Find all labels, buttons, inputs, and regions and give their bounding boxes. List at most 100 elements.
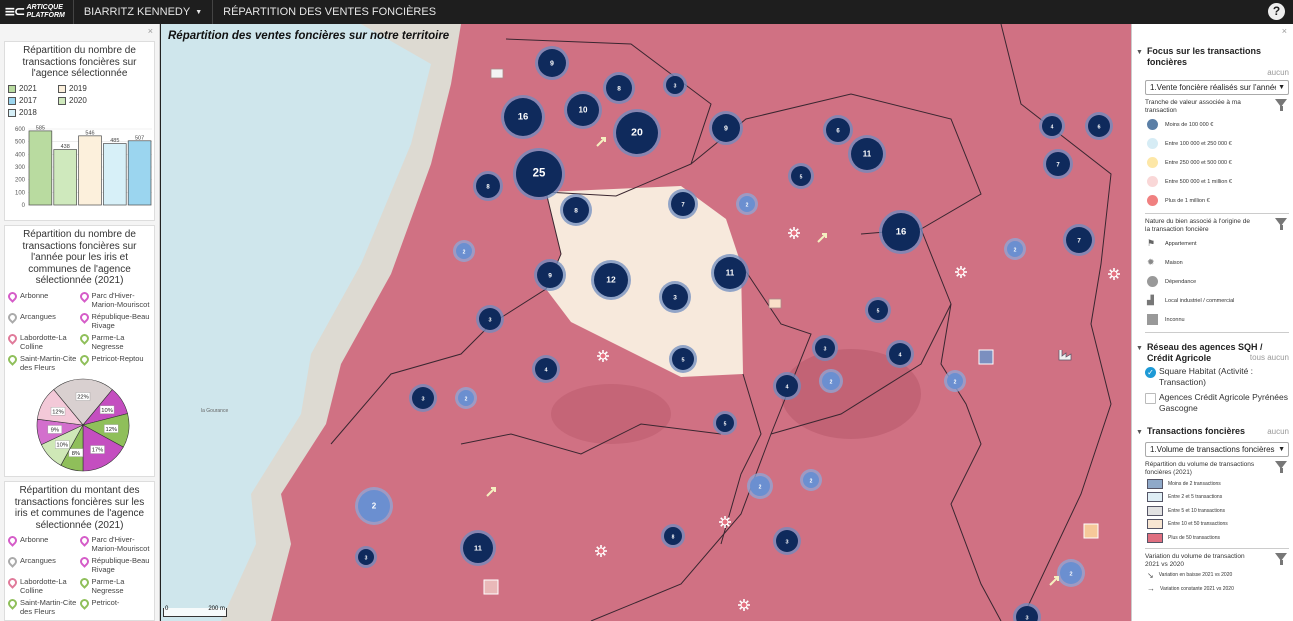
transaction-cluster[interactable]: 4: [532, 355, 560, 383]
transaction-cluster[interactable]: 16: [879, 210, 923, 254]
transaction-cluster[interactable]: 6: [1085, 112, 1113, 140]
transaction-cluster[interactable]: 4: [886, 340, 914, 368]
transaction-cluster[interactable]: 8: [560, 194, 592, 226]
legend-item[interactable]: → Variation constante 2021 vs 2020: [1145, 582, 1289, 596]
transactions-select[interactable]: 1.Volume de transactions foncières ▼: [1145, 442, 1289, 457]
transaction-cluster[interactable]: 3: [1013, 603, 1041, 621]
transaction-cluster[interactable]: 7: [1043, 149, 1073, 179]
legend-item[interactable]: Entre 10 et 50 transactions: [1145, 518, 1289, 532]
legend-item[interactable]: Labordotte-La Colline: [6, 576, 80, 595]
square-marker-icon[interactable]: [483, 579, 499, 595]
transaction-cluster[interactable]: 2: [1004, 238, 1026, 260]
focus-section-header[interactable]: ▼ Focus sur les transactions foncières: [1132, 46, 1293, 68]
close-right-panel-icon[interactable]: ×: [1282, 26, 1287, 36]
house-marker-icon[interactable]: [738, 599, 750, 611]
transaction-cluster[interactable]: 7: [668, 189, 698, 219]
square-marker-icon[interactable]: [1083, 523, 1099, 539]
transaction-cluster[interactable]: 2: [455, 387, 477, 409]
transaction-cluster[interactable]: 11: [711, 254, 749, 292]
legend-item[interactable]: ↘ Variation en baisse 2021 vs 2020: [1145, 569, 1289, 583]
filter-icon[interactable]: [1275, 218, 1287, 230]
transaction-cluster[interactable]: 2: [736, 193, 758, 215]
legend-item[interactable]: ⚑ Appartement: [1145, 234, 1289, 253]
legend-item[interactable]: ✹ Maison: [1145, 253, 1289, 272]
transaction-cluster[interactable]: 3: [812, 335, 838, 361]
transaction-cluster[interactable]: 11: [460, 530, 496, 566]
flag-marker-icon[interactable]: [768, 298, 782, 309]
filter-icon[interactable]: [1275, 99, 1287, 111]
legend-item[interactable]: Petricot-Reptou: [77, 352, 152, 372]
legend-item[interactable]: Parme-La Negresse: [77, 331, 152, 351]
cluster-layer[interactable]: 98 3161020 9 6114 625877582216279 12311355424…: [161, 24, 1131, 621]
legend-item[interactable]: 2021: [8, 83, 58, 95]
legend-item[interactable]: Entre 5 et 10 transactions: [1145, 504, 1289, 518]
transaction-cluster[interactable]: 20: [613, 109, 661, 157]
transaction-cluster[interactable]: 8: [473, 171, 503, 201]
legend-item[interactable]: Arbonne: [6, 534, 80, 553]
legend-item[interactable]: République-Beau Rivage: [77, 555, 152, 574]
house-marker-icon[interactable]: [597, 350, 609, 362]
legend-item[interactable]: Moins de 2 transactions: [1145, 477, 1289, 491]
transaction-cluster[interactable]: 3: [476, 305, 504, 333]
legend-item[interactable]: Parc d'Hiver-Marion-Mouriscot: [77, 534, 152, 553]
focus-none-link[interactable]: aucun: [1132, 68, 1293, 77]
legend-item[interactable]: Dépendance: [1145, 272, 1289, 291]
transaction-cluster[interactable]: 6: [823, 115, 853, 145]
map-view[interactable]: 9 8 3 16 10 20 9 6 11 4 6 25 8 7 7 5 8 2 2 16 2 7 9 12 3 11 3 5 5 4 2 4…: [161, 24, 1131, 621]
house-marker-icon[interactable]: [595, 545, 607, 557]
transaction-cluster[interactable]: 4: [773, 372, 801, 400]
transaction-cluster[interactable]: 25: [513, 148, 565, 200]
transaction-cluster[interactable]: 2: [747, 473, 773, 499]
agency-selector[interactable]: BIARRITZ KENNEDY ▼: [74, 0, 214, 24]
transaction-cluster[interactable]: 4: [1039, 113, 1065, 139]
legend-item[interactable]: Arcangues: [6, 555, 80, 574]
filter-icon[interactable]: [1275, 552, 1287, 565]
transaction-cluster[interactable]: 3: [355, 546, 377, 568]
transaction-cluster[interactable]: 2: [819, 369, 843, 393]
transaction-cluster[interactable]: 2: [944, 370, 966, 392]
legend-item[interactable]: République-Beau Rivage: [77, 310, 152, 330]
transaction-cluster[interactable]: 2: [1057, 559, 1085, 587]
legend-item[interactable]: Entre 500 000 et 1 million €: [1145, 172, 1289, 191]
legend-item[interactable]: 2020: [58, 95, 108, 107]
filter-icon[interactable]: [1275, 461, 1287, 473]
transaction-cluster[interactable]: 10: [564, 91, 602, 129]
transaction-cluster[interactable]: 8: [661, 524, 685, 548]
transaction-cluster[interactable]: 3: [409, 384, 437, 412]
transaction-cluster[interactable]: 12: [591, 260, 631, 300]
legend-item[interactable]: Plus de 50 transactions: [1145, 531, 1289, 545]
legend-item[interactable]: Moins de 100 000 €: [1145, 115, 1289, 134]
flag-marker-icon[interactable]: [490, 68, 504, 79]
transaction-cluster[interactable]: 7: [1063, 224, 1095, 256]
transaction-cluster[interactable]: 2: [453, 240, 475, 262]
house-marker-icon[interactable]: [719, 516, 731, 528]
transaction-cluster[interactable]: 2: [355, 487, 393, 525]
focus-select[interactable]: 1.Vente foncière réalisés sur l'année ▼: [1145, 80, 1289, 95]
legend-item[interactable]: 2019: [58, 83, 108, 95]
transaction-cluster[interactable]: 5: [788, 163, 814, 189]
app-logo[interactable]: ≡⊂ ARTICQUE PLATFORM: [0, 0, 74, 24]
legend-item[interactable]: Entre 2 et 5 transactions: [1145, 491, 1289, 505]
legend-item[interactable]: Parme-La Negresse: [77, 576, 152, 595]
transaction-cluster[interactable]: 3: [659, 281, 691, 313]
legend-item[interactable]: Arbonne: [6, 289, 80, 309]
transaction-cluster[interactable]: 9: [534, 259, 566, 291]
transaction-cluster[interactable]: 8: [603, 72, 635, 104]
factory-marker-icon[interactable]: [1058, 350, 1072, 361]
legend-item[interactable]: Entre 100 000 et 250 000 €: [1145, 134, 1289, 153]
transaction-cluster[interactable]: 3: [663, 73, 687, 97]
transaction-cluster[interactable]: 11: [848, 135, 886, 173]
legend-item[interactable]: Parc d'Hiver-Marion-Mouriscot: [77, 289, 152, 309]
close-left-panel-icon[interactable]: ×: [148, 26, 153, 36]
legend-item[interactable]: Labordotte-La Colline: [6, 331, 80, 351]
transaction-cluster[interactable]: 2: [800, 469, 822, 491]
credit-agricole-checkbox[interactable]: Agences Crédit Agricole Pyrénées Gascogn…: [1145, 392, 1289, 414]
transaction-cluster[interactable]: 5: [713, 411, 737, 435]
legend-item[interactable]: Petricot-: [77, 597, 152, 616]
transaction-cluster[interactable]: 9: [709, 111, 743, 145]
help-icon[interactable]: ?: [1268, 3, 1285, 20]
legend-item[interactable]: Saint-Martin-Cite des Fleurs: [6, 352, 80, 372]
transaction-cluster[interactable]: 5: [865, 297, 891, 323]
legend-item[interactable]: Inconnu: [1145, 310, 1289, 329]
legend-item[interactable]: Entre 250 000 et 500 000 €: [1145, 153, 1289, 172]
